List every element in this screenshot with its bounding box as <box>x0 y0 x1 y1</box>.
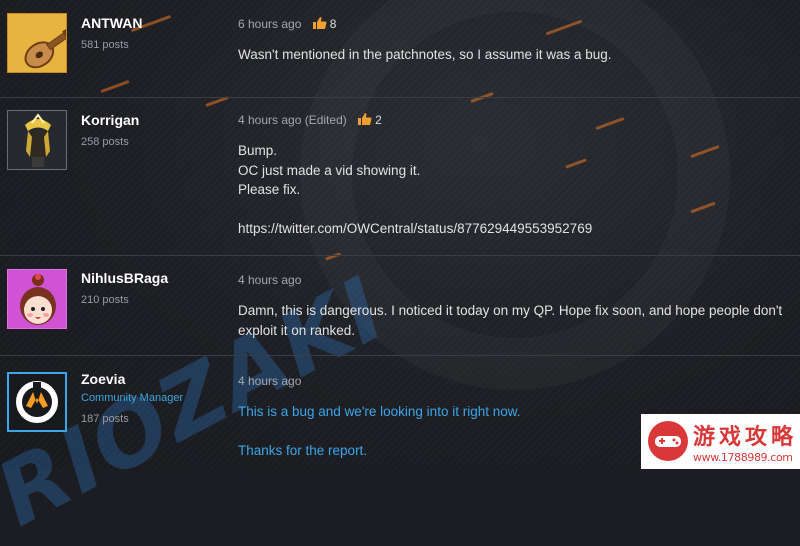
post-text-line: Wasn't mentioned in the patchnotes, so I… <box>238 47 612 62</box>
gamepad-logo-icon: 游戏攻略 www.1788989.com <box>648 421 794 464</box>
username[interactable]: Zoevia <box>81 371 125 387</box>
post-count: 581 posts <box>81 39 129 51</box>
logo-title: 游戏攻略 <box>693 424 794 450</box>
username[interactable]: NihlusBRaga <box>81 270 168 286</box>
post-meta: 4 hours ago <box>238 273 301 287</box>
avatar[interactable] <box>7 13 67 73</box>
username[interactable]: Korrigan <box>81 112 139 128</box>
post-meta: 6 hours ago 8 <box>238 17 336 31</box>
post-text-line: Bump. <box>238 143 278 158</box>
avatar[interactable] <box>7 269 67 329</box>
post-text-line: Please fix. <box>238 182 301 197</box>
post-count: 258 posts <box>81 136 129 148</box>
post-timestamp: 6 hours ago <box>238 17 302 31</box>
post-timestamp: 4 hours ago (Edited) <box>238 113 347 127</box>
post-timestamp: 4 hours ago <box>238 273 302 287</box>
mercy-helmet-avatar-icon <box>8 111 66 169</box>
site-watermark-logo: 游戏攻略 www.1788989.com <box>641 414 800 469</box>
like-button[interactable]: 8 <box>312 17 337 31</box>
avatar[interactable] <box>7 110 67 170</box>
guitar-avatar-icon <box>8 14 66 72</box>
role-badge: Community Manager <box>81 392 184 404</box>
post-meta: 4 hours ago <box>238 374 301 388</box>
forum-post: Korrigan 258 posts 4 hours ago (Edited) … <box>0 97 800 256</box>
thumbs-up-icon <box>358 113 372 125</box>
like-count: 2 <box>375 113 382 127</box>
username[interactable]: ANTWAN <box>81 15 142 31</box>
girl-avatar-icon <box>8 270 66 328</box>
post-text-line <box>238 200 783 220</box>
post-meta: 4 hours ago (Edited) 2 <box>238 113 382 127</box>
like-count: 8 <box>329 17 337 31</box>
forum-post: NihlusBRaga 210 posts 4 hours ago Damn, … <box>0 255 800 356</box>
like-button[interactable]: 2 <box>358 113 382 127</box>
post-text-line: Damn, this is dangerous. I noticed it to… <box>238 303 783 338</box>
avatar[interactable] <box>7 372 67 432</box>
post-body: Wasn't mentioned in the patchnotes, so I… <box>238 45 783 65</box>
overwatch-logo-icon <box>9 374 65 430</box>
forum-post: ANTWAN 581 posts 6 hours ago 8 Wasn't me… <box>0 0 800 98</box>
post-body: Damn, this is dangerous. I noticed it to… <box>238 301 783 340</box>
post-link[interactable]: https://twitter.com/OWCentral/status/877… <box>238 219 783 239</box>
post-body: Bump. OC just made a vid showing it. Ple… <box>238 141 783 239</box>
post-timestamp: 4 hours ago <box>238 374 302 388</box>
post-text-line: OC just made a vid showing it. <box>238 162 421 178</box>
post-count: 187 posts <box>81 413 129 425</box>
thumbs-up-icon <box>312 17 327 29</box>
post-count: 210 posts <box>81 294 129 306</box>
logo-url: www.1788989.com <box>693 451 793 464</box>
